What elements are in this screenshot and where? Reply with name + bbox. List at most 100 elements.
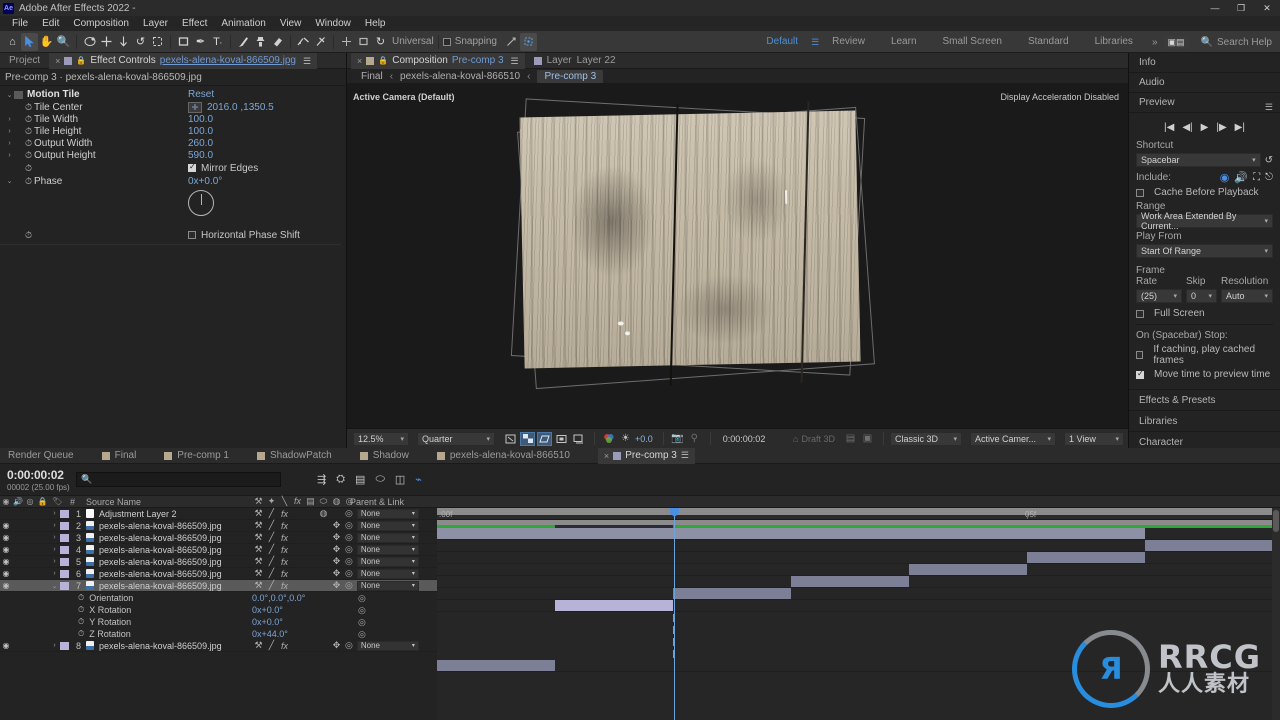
- shortcut-select[interactable]: Spacebar ▾: [1136, 153, 1261, 167]
- tab-pre-comp-3[interactable]: × Pre-comp 3 ☰: [597, 447, 695, 464]
- parent-pickwhip-icon[interactable]: ◎: [345, 568, 353, 579]
- move-time-row[interactable]: Move time to preview time: [1136, 369, 1273, 380]
- layer-expand-icon[interactable]: ›: [49, 570, 60, 577]
- stopwatch-icon[interactable]: ⏱: [78, 629, 84, 639]
- layer-expand-icon[interactable]: ›: [49, 546, 60, 553]
- workspace-learn[interactable]: Learn: [878, 31, 930, 53]
- camera-select[interactable]: Active Camer... ▾: [970, 431, 1056, 446]
- workspace-overflow-icon[interactable]: »: [1146, 37, 1164, 48]
- layer-name[interactable]: Adjustment Layer 2: [99, 509, 177, 519]
- layer-name[interactable]: pexels-alena-koval-866509.jpg: [99, 641, 222, 651]
- property-tile-center[interactable]: ⏱ Tile Center ✛ 2016.0 ,1350.5: [0, 101, 346, 113]
- workspace-menu-icon[interactable]: ☰: [811, 37, 819, 48]
- layer-row-1[interactable]: › 1 Adjustment Layer 2 ⚒ ╱ fx ◍ ◎ None ▾: [0, 508, 437, 520]
- effects-switch[interactable]: fx: [278, 509, 291, 519]
- effects-switch[interactable]: fx: [278, 569, 291, 579]
- property-phase-value[interactable]: 0x+0.0°: [188, 176, 222, 187]
- type-tool-icon[interactable]: T,: [209, 33, 226, 51]
- parent-pickwhip-icon[interactable]: ◎: [345, 556, 353, 567]
- tab-pre-comp-1[interactable]: Pre-comp 1: [164, 450, 243, 461]
- effects-switch[interactable]: fx: [278, 581, 291, 591]
- property-tile-width-value[interactable]: 100.0: [188, 114, 213, 125]
- lock-icon[interactable]: 🔒: [378, 53, 388, 69]
- quality-switch[interactable]: ╱: [265, 508, 278, 519]
- quality-switch[interactable]: ╱: [265, 520, 278, 531]
- property-output-width[interactable]: › ⏱ Output Width 260.0: [0, 137, 346, 149]
- property-tile-height[interactable]: › ⏱ Tile Height 100.0: [0, 125, 346, 137]
- track-row-8[interactable]: [437, 660, 1280, 672]
- stopwatch-icon[interactable]: ⏱: [23, 114, 34, 125]
- layer-expand-icon[interactable]: ›: [49, 642, 60, 649]
- skip-select[interactable]: 0 ▾: [1186, 289, 1217, 303]
- layer-expand-icon[interactable]: ›: [49, 534, 60, 541]
- transform-box-icon[interactable]: [519, 32, 537, 51]
- property-mirror-edges[interactable]: ⏱ Mirror Edges: [0, 161, 346, 175]
- draft-3d-icon[interactable]: ⛭: [336, 473, 345, 486]
- full-screen-row[interactable]: Full Screen: [1136, 308, 1273, 319]
- layer-name[interactable]: pexels-alena-koval-866509.jpg: [99, 521, 222, 531]
- property-horizontal-phase-shift[interactable]: ⏱ Horizontal Phase Shift: [0, 228, 346, 242]
- timeline-search-input[interactable]: 🔍: [76, 472, 281, 487]
- layer-expand-icon[interactable]: ›: [49, 522, 60, 529]
- layer-name[interactable]: pexels-alena-koval-866509.jpg: [99, 545, 222, 555]
- mirror-edges-checkbox[interactable]: [188, 162, 196, 172]
- panel-menu-icon[interactable]: ☰: [1265, 97, 1273, 117]
- cache-before-playback-row[interactable]: Cache Before Playback: [1136, 187, 1273, 198]
- tab-composition[interactable]: × 🔒 Composition Pre-comp 3 ☰: [351, 52, 525, 69]
- horizontal-phase-shift-checkbox[interactable]: [188, 231, 196, 239]
- layer-label-color[interactable]: [60, 641, 69, 650]
- reset-link[interactable]: Reset: [188, 89, 214, 100]
- layer-duration-bar[interactable]: [555, 600, 673, 611]
- property-tile-width[interactable]: › ⏱ Tile Width 100.0: [0, 113, 346, 125]
- layer-label-color[interactable]: [60, 533, 69, 542]
- close-icon[interactable]: ×: [357, 53, 362, 69]
- chevron-right-icon[interactable]: ›: [5, 116, 14, 123]
- brush-tool-icon[interactable]: [235, 33, 252, 51]
- layer-visibility-icon[interactable]: ◉: [0, 545, 12, 554]
- puppet-pin-tool-icon[interactable]: [312, 33, 329, 51]
- menu-item-help[interactable]: Help: [358, 16, 393, 31]
- show-snapshot-icon[interactable]: ⚲: [687, 432, 702, 446]
- if-caching-checkbox[interactable]: [1136, 351, 1144, 359]
- layer-name[interactable]: pexels-alena-koval-866509.jpg: [99, 533, 222, 543]
- stopwatch-icon[interactable]: ⏱: [23, 126, 34, 137]
- effects-switch[interactable]: fx: [278, 521, 291, 531]
- maximize-button[interactable]: ❐: [1228, 0, 1254, 16]
- stopwatch-icon[interactable]: ⏱: [23, 102, 34, 113]
- pan-behind-tool-icon[interactable]: [98, 33, 115, 51]
- tab-pexels-866510[interactable]: pexels-alena-koval-866510: [436, 450, 584, 461]
- tab-effect-controls[interactable]: × 🔒 Effect Controls pexels-alena-koval-8…: [49, 52, 318, 69]
- range-select[interactable]: Work Area Extended By Current... ▾: [1136, 211, 1273, 231]
- preview-resolution-select[interactable]: Auto ▾: [1221, 289, 1273, 303]
- layer-duration-bar[interactable]: [1145, 540, 1280, 551]
- track-row-4[interactable]: [437, 564, 1280, 576]
- composition-mini-flowchart-icon[interactable]: ⇶: [317, 473, 326, 486]
- layer-expand-icon[interactable]: ›: [49, 510, 60, 517]
- menu-item-edit[interactable]: Edit: [35, 16, 66, 31]
- panel-menu-icon[interactable]: ☰: [681, 450, 689, 461]
- expression-icon[interactable]: ◎: [358, 605, 366, 616]
- property-value[interactable]: 0.0°,0.0°,0.0°: [252, 593, 305, 603]
- chevron-down-icon[interactable]: ⌄: [5, 91, 14, 99]
- three-d-switch[interactable]: ✥: [330, 568, 343, 579]
- layer-row-5[interactable]: ◉ › 5 pexels-alena-koval-866509.jpg ⚒ ╱ fx ✥ ◎ No…: [0, 556, 437, 568]
- property-value[interactable]: 0x+44.0°: [252, 629, 288, 639]
- shy-switch[interactable]: ⚒: [252, 556, 265, 567]
- effects-switch[interactable]: fx: [278, 641, 291, 651]
- track-row-1[interactable]: [437, 528, 1280, 540]
- region-of-interest-icon[interactable]: [503, 432, 518, 446]
- three-d-switch[interactable]: ✥: [330, 532, 343, 543]
- property-track-2[interactable]: [437, 636, 1280, 648]
- track-row-2[interactable]: [437, 540, 1280, 552]
- breadcrumb-item-parent[interactable]: pexels-alena-koval-866510: [400, 71, 520, 82]
- menu-item-composition[interactable]: Composition: [66, 16, 136, 31]
- layer-duration-bar[interactable]: [437, 528, 1145, 539]
- three-d-switch[interactable]: ✥: [330, 640, 343, 651]
- tab-shadow[interactable]: Shadow: [359, 450, 423, 461]
- rotation-tool-icon[interactable]: ↺: [132, 33, 149, 51]
- property-row-z-rotation[interactable]: ⏱ Z Rotation 0x+44.0° ◎: [0, 628, 437, 640]
- stopwatch-icon[interactable]: ⏱: [78, 593, 84, 603]
- layer-visibility-icon[interactable]: ◉: [0, 521, 12, 530]
- selection-tool-icon[interactable]: [21, 32, 38, 51]
- point-picker-icon[interactable]: ✛: [188, 101, 202, 113]
